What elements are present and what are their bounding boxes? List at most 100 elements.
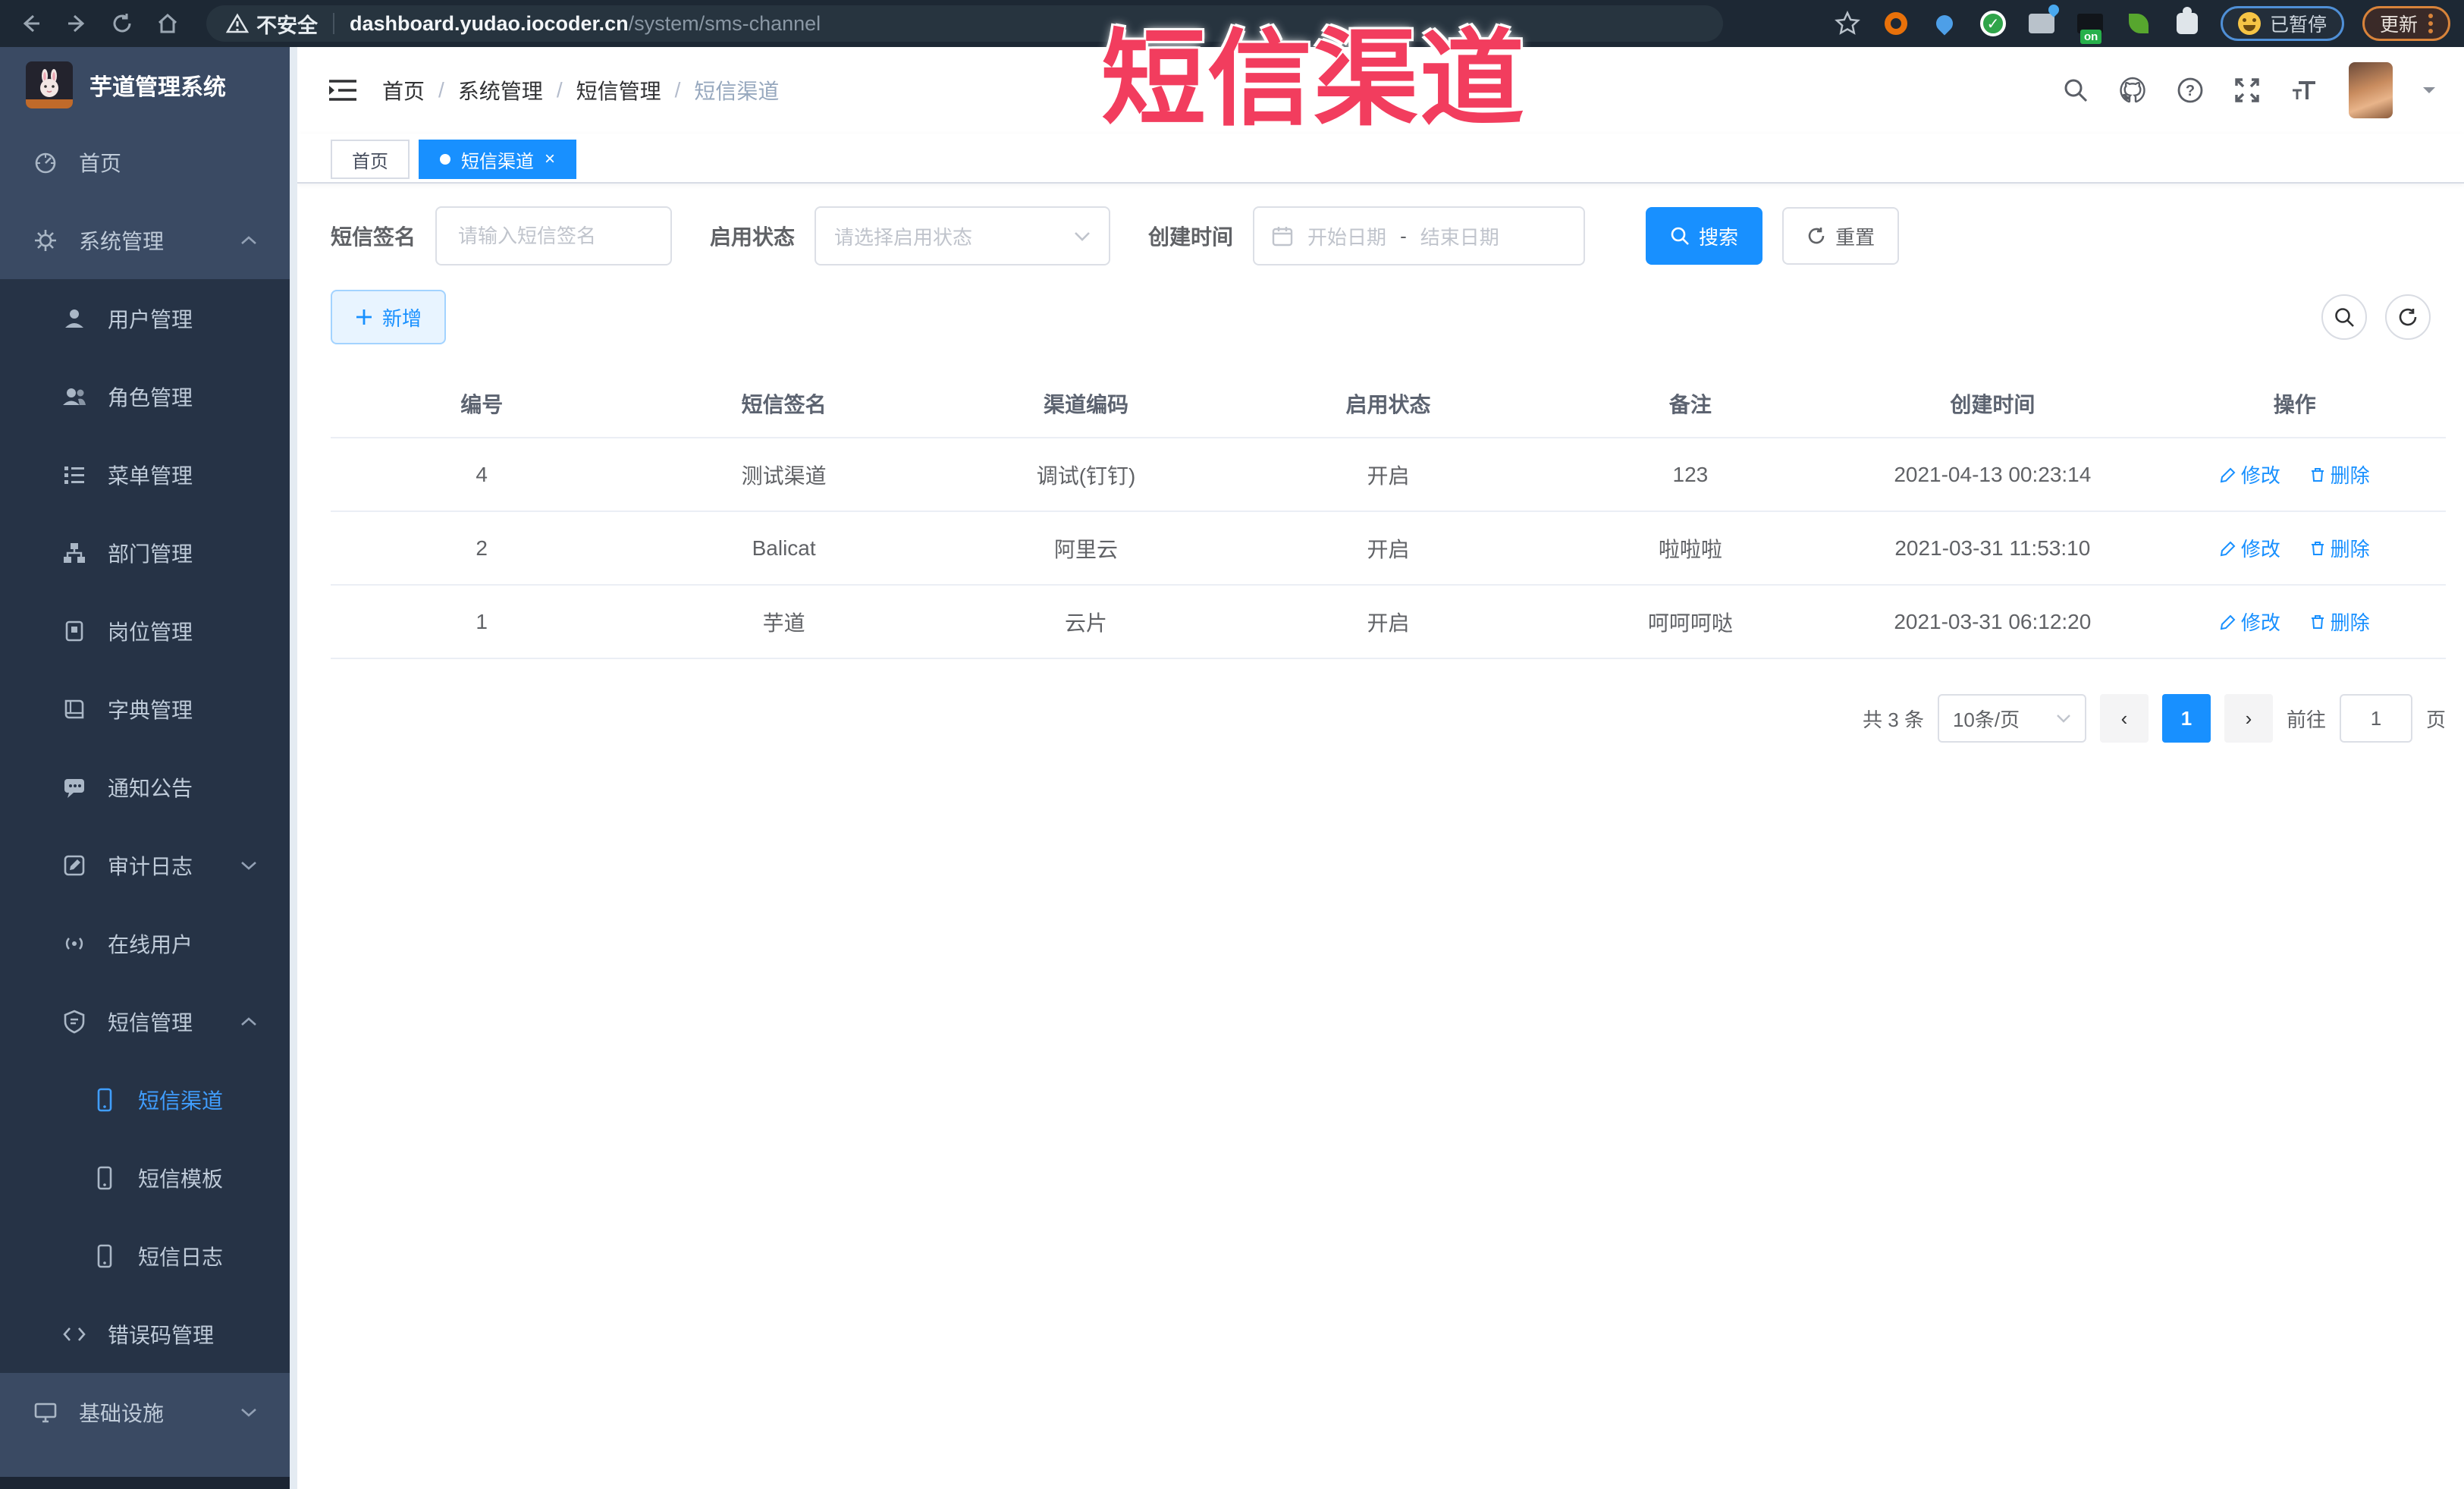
delete-icon: [2309, 466, 2326, 483]
sidebar-item-sms-template[interactable]: 短信模板: [0, 1139, 290, 1217]
table-row: 1 芋道 云片 开启 呵呵呵哒 2021-03-31 06:12:20 修改 删…: [331, 584, 2446, 659]
col-sign: 短信签名: [741, 393, 827, 416]
org-tree-icon: [61, 539, 88, 567]
paused-extension-badge[interactable]: 已暂停: [2220, 6, 2344, 41]
sidebar-item-infrastructure[interactable]: 基础设施: [0, 1373, 290, 1451]
next-page-button[interactable]: ›: [2224, 694, 2273, 743]
search-button[interactable]: 搜索: [1646, 207, 1763, 265]
sidebar-item-menus[interactable]: 菜单管理: [0, 435, 290, 514]
browser-update-button[interactable]: 更新: [2362, 6, 2450, 41]
breadcrumb-item-home[interactable]: 首页: [382, 75, 425, 105]
back-button[interactable]: [14, 6, 49, 41]
jump-prefix: 前往: [2286, 708, 2326, 731]
chevron-down-icon: [1074, 231, 1091, 241]
forward-button[interactable]: [59, 6, 94, 41]
sidebar-bottom-strip: [0, 1477, 290, 1489]
sign-input[interactable]: [435, 206, 673, 265]
delete-link[interactable]: 删除: [2309, 460, 2370, 488]
chevron-down-icon: [2056, 714, 2071, 723]
prev-page-button[interactable]: ‹: [2099, 694, 2149, 743]
online-icon: [61, 930, 88, 957]
security-status[interactable]: 不安全: [226, 9, 318, 39]
toggle-search-button[interactable]: [2321, 294, 2367, 340]
github-icon[interactable]: [2118, 76, 2147, 105]
search-icon: [2334, 306, 2355, 328]
home-button[interactable]: [150, 6, 185, 41]
sidebar-item-home[interactable]: 首页: [0, 123, 290, 201]
tab-home[interactable]: 首页: [331, 140, 410, 179]
puzzle-icon[interactable]: [2172, 7, 2202, 39]
sidebar-item-sms-log[interactable]: 短信日志: [0, 1217, 290, 1295]
sidebar-fold-icon[interactable]: [328, 77, 358, 103]
extension-onebox-icon[interactable]: on: [2075, 8, 2105, 44]
tab-sms-channel[interactable]: 短信渠道 ×: [419, 140, 577, 179]
app-logo-row[interactable]: 芋道管理系统: [0, 47, 297, 123]
sidebar-item-departments[interactable]: 部门管理: [0, 514, 290, 592]
delete-icon: [2309, 614, 2326, 630]
chevron-down-icon: [240, 1407, 258, 1418]
breadcrumb-item-sms[interactable]: 短信管理: [576, 75, 661, 105]
sidebar-item-roles[interactable]: 角色管理: [0, 357, 290, 435]
sidebar-item-sms[interactable]: 短信管理: [0, 982, 290, 1060]
sign-label: 短信签名: [331, 225, 416, 249]
header-search-icon[interactable]: [2062, 77, 2089, 104]
emoji-face-icon: [2237, 12, 2261, 35]
help-icon[interactable]: ?: [2176, 76, 2205, 105]
search-icon: [1670, 226, 1690, 246]
close-tab-icon[interactable]: ×: [545, 149, 555, 170]
plus-icon: [355, 308, 373, 326]
sidebar-item-audit-log[interactable]: 审计日志: [0, 826, 290, 904]
extension-green-check-icon[interactable]: ✓: [1978, 8, 2008, 39]
sidebar-menu: 首页 系统管理 用户管理 角色管理 菜单管理 部门管理 岗位管理 字典管理 通知…: [0, 123, 290, 1477]
sidebar-item-online-users[interactable]: 在线用户: [0, 904, 290, 982]
sidebar-item-sms-channel[interactable]: 短信渠道: [0, 1060, 290, 1139]
status-select[interactable]: 请选择启用状态: [815, 206, 1111, 265]
user-avatar[interactable]: [2349, 62, 2393, 118]
page-number-1[interactable]: 1: [2161, 694, 2211, 743]
end-date-placeholder[interactable]: 结束日期: [1420, 222, 1499, 250]
reload-button[interactable]: [105, 6, 140, 41]
font-size-icon[interactable]: [2290, 77, 2320, 104]
refresh-table-button[interactable]: [2385, 294, 2431, 340]
extension-donut-icon[interactable]: [1881, 8, 1911, 39]
breadcrumb-item-system[interactable]: 系统管理: [458, 75, 543, 105]
col-time: 创建时间: [1950, 393, 2036, 416]
sidebar-item-users[interactable]: 用户管理: [0, 279, 290, 357]
extension-sprout-icon[interactable]: [2123, 8, 2154, 39]
add-button[interactable]: 新增: [331, 290, 447, 344]
edit-link[interactable]: 修改: [2220, 534, 2280, 562]
sidebar-item-system[interactable]: 系统管理: [0, 201, 290, 279]
fullscreen-icon[interactable]: [2233, 77, 2261, 104]
sidebar-item-dict[interactable]: 字典管理: [0, 670, 290, 748]
search-form: 短信签名 启用状态 请选择启用状态 创建时间 开始日期 -: [331, 206, 2446, 265]
page-jump-input[interactable]: [2339, 694, 2412, 743]
breadcrumb: 首页 / 系统管理 / 短信管理 / 短信渠道: [382, 75, 779, 105]
breadcrumb-item-current: 短信渠道: [694, 80, 780, 103]
col-code: 渠道编码: [1044, 393, 1129, 416]
bookmark-star-icon[interactable]: [1832, 8, 1863, 39]
page-size-select[interactable]: 10条/页: [1937, 694, 2086, 743]
date-range-picker[interactable]: 开始日期 - 结束日期: [1253, 206, 1586, 265]
sidebar-item-posts[interactable]: 岗位管理: [0, 592, 290, 670]
peoples-icon: [61, 383, 88, 410]
sidebar-scrollbar[interactable]: [290, 47, 297, 1489]
delete-link[interactable]: 删除: [2309, 608, 2370, 636]
browser-menu-icon[interactable]: [2428, 14, 2433, 33]
annotation-overlay-text: 短信渠道: [1101, 21, 1527, 138]
start-date-placeholder[interactable]: 开始日期: [1307, 222, 1386, 250]
phone-icon: [91, 1086, 118, 1114]
address-divider: [333, 13, 334, 34]
extension-people-icon[interactable]: [2026, 8, 2057, 39]
status-label: 启用状态: [710, 225, 796, 249]
delete-link[interactable]: 删除: [2309, 534, 2370, 562]
sidebar-item-error-codes[interactable]: 错误码管理: [0, 1295, 290, 1373]
avatar-caret-down-icon[interactable]: [2422, 86, 2437, 95]
message-icon: [61, 774, 88, 801]
phone-icon: [91, 1164, 118, 1192]
edit-link[interactable]: 修改: [2220, 460, 2280, 488]
extension-pin-icon[interactable]: [1929, 8, 1960, 39]
reset-button[interactable]: 重置: [1782, 207, 1900, 265]
edit-link[interactable]: 修改: [2220, 608, 2280, 636]
sms-shield-icon: [61, 1008, 88, 1035]
sidebar-item-notice[interactable]: 通知公告: [0, 748, 290, 826]
